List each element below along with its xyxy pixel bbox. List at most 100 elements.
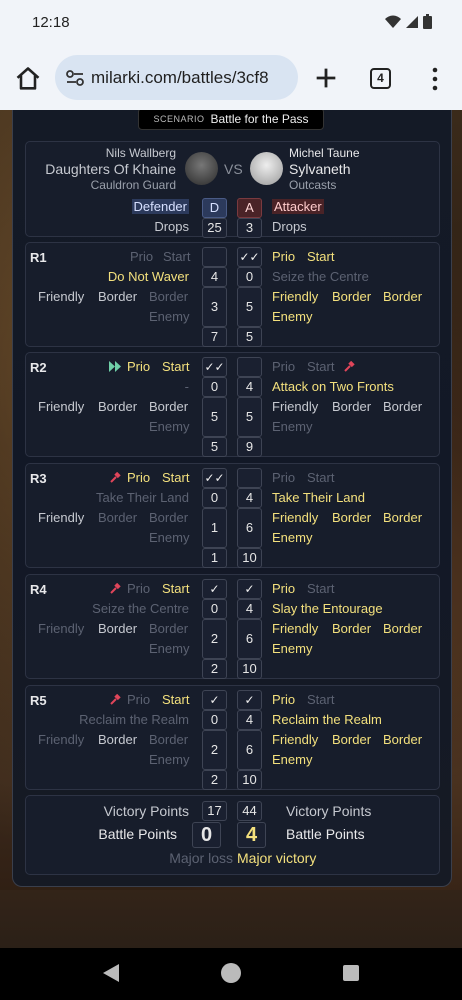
left-border-2[interactable]: Border [149, 399, 188, 414]
right-border-2[interactable]: Border [383, 732, 422, 747]
right-border-1[interactable]: Border [332, 399, 371, 414]
left-border-2[interactable]: Border [149, 289, 188, 304]
left-border-1[interactable]: Border [98, 621, 137, 636]
left-enemy[interactable]: Enemy [149, 641, 189, 656]
left-border-2[interactable]: Border [149, 732, 188, 747]
left-start[interactable]: Start [162, 581, 189, 596]
recents-icon[interactable] [343, 965, 359, 981]
right-friendly[interactable]: Friendly [272, 510, 318, 525]
back-icon[interactable] [102, 963, 120, 983]
right-friendly[interactable]: Friendly [272, 289, 318, 304]
left-tactic[interactable]: Reclaim the Realm [79, 712, 189, 727]
left-border-1[interactable]: Border [98, 289, 137, 304]
tab-switcher-button[interactable]: 4 [370, 68, 391, 89]
right-border-1[interactable]: Border [332, 621, 371, 636]
right-start[interactable]: Start [307, 692, 334, 707]
right-border-2[interactable]: Border [383, 399, 422, 414]
left-tactic[interactable]: Take Their Land [96, 490, 189, 505]
new-tab-icon[interactable] [312, 64, 340, 92]
right-prio[interactable]: Prio [272, 581, 295, 596]
left-border-2[interactable]: Border [149, 510, 188, 525]
right-tactic[interactable]: Slay the Entourage [272, 601, 383, 616]
right-enemy[interactable]: Enemy [272, 309, 312, 324]
right-friendly[interactable]: Friendly [272, 621, 318, 636]
left-start[interactable]: Start [162, 359, 189, 374]
left-prio-checkbox[interactable]: ✓✓ [202, 357, 227, 377]
right-start[interactable]: Start [307, 581, 334, 596]
left-tactic-score: 0 [202, 599, 227, 619]
site-settings-icon[interactable] [65, 69, 85, 87]
left-tactic[interactable]: - [185, 379, 189, 394]
left-prio[interactable]: Prio [127, 692, 150, 707]
left-prio[interactable]: Prio [127, 359, 150, 374]
left-tactic[interactable]: Do Not Waver [108, 269, 189, 284]
right-border-1[interactable]: Border [332, 510, 371, 525]
right-prio[interactable]: Prio [272, 359, 295, 374]
right-border-1[interactable]: Border [332, 289, 371, 304]
right-start[interactable]: Start [307, 249, 334, 264]
left-friendly[interactable]: Friendly [38, 510, 84, 525]
left-enemy[interactable]: Enemy [149, 530, 189, 545]
right-tactic[interactable]: Seize the Centre [272, 269, 369, 284]
left-friendly[interactable]: Friendly [38, 399, 84, 414]
more-menu-icon[interactable] [428, 66, 442, 92]
right-enemy[interactable]: Enemy [272, 419, 312, 434]
left-border-1[interactable]: Border [98, 510, 137, 525]
right-friendly[interactable]: Friendly [272, 732, 318, 747]
left-friendly[interactable]: Friendly [38, 289, 84, 304]
left-border-1[interactable]: Border [98, 399, 137, 414]
home-nav-icon[interactable] [221, 963, 241, 983]
left-prio-checkbox[interactable]: ✓ [202, 579, 227, 599]
right-prio[interactable]: Prio [272, 470, 295, 485]
left-prio[interactable]: Prio [127, 470, 150, 485]
right-tactic[interactable]: Take Their Land [272, 490, 365, 505]
url-text: milarki.com/battles/3cf8 [91, 67, 269, 87]
right-friendly[interactable]: Friendly [272, 399, 318, 414]
right-prio-checkbox[interactable]: ✓ [237, 690, 262, 710]
left-start[interactable]: Start [162, 692, 189, 707]
right-prio[interactable]: Prio [272, 249, 295, 264]
left-prio-checkbox[interactable]: ✓ [202, 690, 227, 710]
left-start[interactable]: Start [163, 249, 190, 264]
right-start[interactable]: Start [307, 359, 334, 374]
right-tactic[interactable]: Reclaim the Realm [272, 712, 382, 727]
right-border-1[interactable]: Border [332, 732, 371, 747]
left-prio[interactable]: Prio [130, 249, 153, 264]
right-prio-checkbox[interactable] [237, 468, 262, 488]
address-bar[interactable]: milarki.com/battles/3cf8 [55, 55, 298, 100]
right-tactic-score: 4 [237, 377, 262, 397]
left-enemy[interactable]: Enemy [149, 752, 189, 767]
defender-label: Defender [131, 199, 189, 214]
left-border-1[interactable]: Border [98, 732, 137, 747]
right-tactic[interactable]: Attack on Two Fronts [272, 379, 394, 394]
home-icon[interactable] [14, 65, 42, 93]
right-drops: 3 [237, 218, 262, 238]
battery-icon [423, 14, 432, 29]
left-enemy[interactable]: Enemy [149, 419, 189, 434]
left-prio-checkbox[interactable] [202, 247, 227, 267]
left-border-2[interactable]: Border [149, 621, 188, 636]
right-enemy[interactable]: Enemy [272, 530, 312, 545]
right-enemy[interactable]: Enemy [272, 752, 312, 767]
left-friendly[interactable]: Friendly [38, 732, 84, 747]
left-prio[interactable]: Prio [127, 581, 150, 596]
right-prio-checkbox[interactable] [237, 357, 262, 377]
right-prio-checkbox[interactable]: ✓ [237, 579, 262, 599]
left-prio-checkbox[interactable]: ✓✓ [202, 468, 227, 488]
right-round-total: 10 [237, 548, 262, 568]
right-border-2[interactable]: Border [383, 621, 422, 636]
right-border-2[interactable]: Border [383, 289, 422, 304]
attacker-code: A [237, 198, 262, 218]
right-prio-checkbox[interactable]: ✓✓ [237, 247, 262, 267]
right-enemy[interactable]: Enemy [272, 641, 312, 656]
left-enemy[interactable]: Enemy [149, 309, 189, 324]
left-tactic[interactable]: Seize the Centre [92, 601, 189, 616]
right-round-total: 9 [237, 437, 262, 457]
right-victory-points: 44 [237, 801, 262, 821]
left-start[interactable]: Start [162, 470, 189, 485]
right-tactic-score: 4 [237, 488, 262, 508]
right-start[interactable]: Start [307, 470, 334, 485]
left-friendly[interactable]: Friendly [38, 621, 84, 636]
right-prio[interactable]: Prio [272, 692, 295, 707]
right-border-2[interactable]: Border [383, 510, 422, 525]
